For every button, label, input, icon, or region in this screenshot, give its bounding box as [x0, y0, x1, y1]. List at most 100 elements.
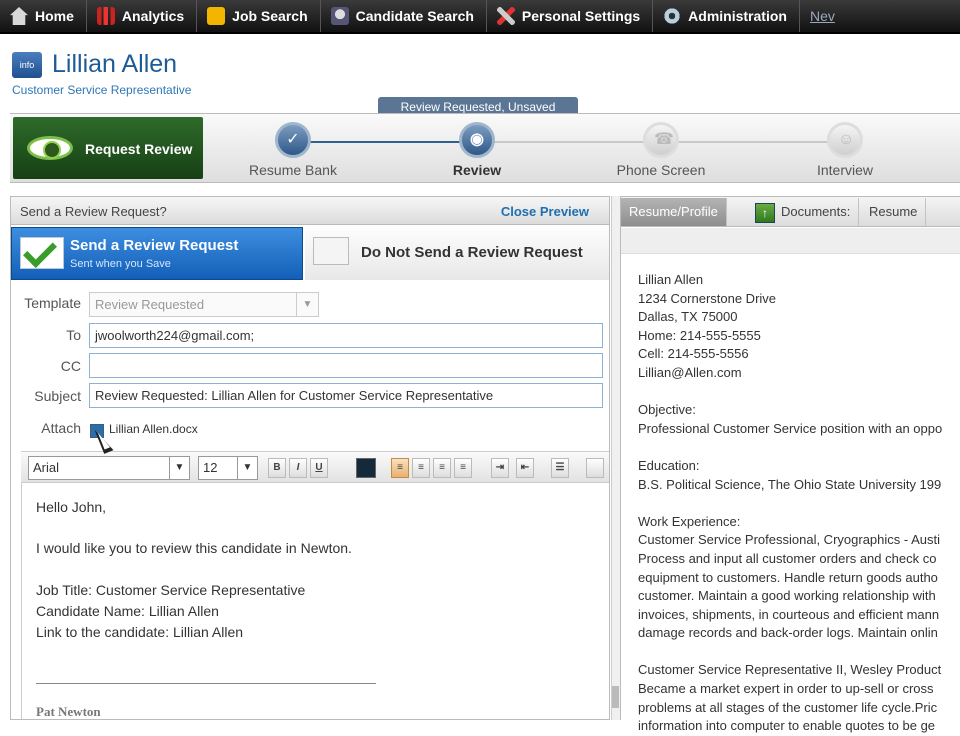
step-interview[interactable]: ☺ Interview: [785, 122, 905, 178]
editor-toolbar: Arial ▼ 12 ▼ B I U ≡ ≡ ≡ ≡ ⇥ ⇤ ☰: [21, 451, 609, 483]
nav-personal-settings-label: Personal Settings: [521, 8, 641, 24]
resume-line: invoices, shipments, in courteous and ef…: [638, 606, 940, 622]
step-phone-screen[interactable]: ☎ Phone Screen: [601, 122, 721, 178]
resume-line: Became a market expert in order to up-se…: [638, 681, 934, 697]
tab-resume[interactable]: Resume: [861, 198, 927, 226]
resume-line: Dallas, TX 75000: [638, 309, 738, 325]
send-option-subtitle: Sent when you Save: [70, 258, 171, 270]
envelope-check-icon: [20, 237, 64, 269]
font-size-select[interactable]: 12 ▼: [198, 456, 258, 480]
font-size-value: 12: [203, 460, 218, 475]
list-icon[interactable]: ☰: [551, 458, 569, 478]
candidate-search-icon: [330, 7, 349, 25]
align-right-icon[interactable]: ≡: [433, 458, 451, 478]
resume-tabs: Resume/Profile ↑ Documents: Resume: [621, 197, 960, 227]
resume-line: problems at all stages of the customer l…: [638, 699, 938, 715]
align-justify-icon[interactable]: ≡: [454, 458, 472, 478]
signature-name: Pat Newton: [36, 704, 101, 719]
nav-candidate-search-label: Candidate Search: [355, 8, 474, 24]
checkmark-icon: ✓: [275, 122, 311, 158]
subject-field[interactable]: Review Requested: Lillian Allen for Cust…: [89, 383, 603, 408]
resume-subbar: [621, 228, 960, 254]
resume-line: Cell: 214-555-5556: [638, 346, 749, 362]
indent-icon[interactable]: ⇥: [491, 458, 509, 478]
people-icon: ☺: [827, 122, 863, 158]
resume-line: Customer Service Representative II, Wesl…: [638, 662, 942, 678]
template-label: Template: [24, 295, 81, 311]
nav-overflow-link[interactable]: Nev: [800, 0, 847, 32]
template-select[interactable]: Review Requested ▼: [89, 292, 319, 317]
resume-line: equipment to customers. Handle return go…: [638, 569, 938, 585]
step-label: Interview: [816, 162, 874, 178]
resume-line: Lillian@Allen.com: [638, 364, 742, 380]
request-review-label: Request Review: [85, 141, 193, 157]
step-resume-bank[interactable]: ✓ Resume Bank: [233, 122, 353, 178]
step-review[interactable]: ◉ Review: [417, 122, 537, 178]
workflow-bar: Request Review ✓ Resume Bank ◉ Review ☎ …: [10, 113, 960, 183]
panel-heading: Send a Review Request?: [20, 204, 167, 219]
more-tools-icon[interactable]: [586, 458, 604, 478]
eye-step-icon: ◉: [459, 122, 495, 158]
outdent-icon[interactable]: ⇤: [516, 458, 534, 478]
resume-line: Lillian Allen: [638, 272, 704, 287]
do-not-send-option[interactable]: Do Not Send a Review Request: [305, 227, 609, 280]
request-review-button[interactable]: Request Review: [13, 117, 203, 179]
align-left-icon[interactable]: ≡: [391, 458, 409, 478]
resume-line: Objective:: [638, 402, 696, 418]
resume-line: 1234 Cornerstone Drive: [638, 290, 777, 306]
attach-file-name: Lillian Allen.docx: [109, 422, 198, 436]
eye-icon: [27, 136, 73, 160]
nav-personal-settings[interactable]: Personal Settings: [487, 0, 654, 32]
signature-divider: [36, 683, 376, 684]
tab-documents[interactable]: ↑ Documents:: [747, 198, 860, 226]
panel-header: Send a Review Request? Close Preview: [11, 197, 609, 225]
underline-button[interactable]: U: [310, 458, 328, 478]
align-center-icon[interactable]: ≡: [412, 458, 430, 478]
body-candidate-link: Link to the candidate: Lillian Allen: [36, 624, 244, 640]
nav-analytics-label: Analytics: [121, 8, 185, 24]
close-preview-link[interactable]: Close Preview: [501, 204, 589, 219]
scrollbar-thumb[interactable]: [612, 686, 619, 708]
step-label: Review: [452, 162, 502, 178]
body-candidate-name: Candidate Name: Lillian Allen: [36, 603, 219, 619]
nav-administration-label: Administration: [688, 8, 787, 24]
cc-field[interactable]: [89, 353, 603, 378]
italic-button[interactable]: I: [289, 458, 307, 478]
resume-line: customer. Maintain a good working relati…: [638, 588, 936, 604]
step-label: Phone Screen: [616, 162, 706, 178]
font-select[interactable]: Arial ▼: [28, 456, 190, 480]
resume-line: Work Experience:: [638, 513, 741, 529]
analytics-icon: [96, 7, 115, 25]
resume-text: Lillian Allen 1234 Cornerstone Drive Dal…: [638, 271, 942, 736]
bold-button[interactable]: B: [268, 458, 286, 478]
to-field[interactable]: jwoolworth224@gmail.com;: [89, 323, 603, 348]
top-nav-bar: Home Analytics Job Search Candidate Sear…: [0, 0, 960, 34]
resume-line: damage records and back-order logs. Main…: [638, 625, 938, 641]
nav-job-search[interactable]: Job Search: [197, 0, 321, 32]
resume-line: Professional Customer Service position w…: [638, 420, 943, 436]
info-icon[interactable]: info: [12, 52, 42, 78]
tab-documents-label: Documents:: [781, 204, 851, 219]
panel-scrollbar[interactable]: [611, 196, 620, 720]
administration-icon: [663, 7, 682, 25]
subject-label: Subject: [34, 388, 81, 404]
resume-line: Education:: [638, 457, 700, 473]
nav-administration[interactable]: Administration: [653, 0, 800, 32]
message-editor[interactable]: Hello John, I would like you to review t…: [21, 483, 609, 719]
send-option-title: Send a Review Request: [70, 237, 239, 254]
text-color-button[interactable]: [356, 458, 376, 478]
envelope-icon: [313, 237, 349, 265]
resume-line: information into computer to enable quot…: [638, 718, 936, 734]
tab-resume-profile[interactable]: Resume/Profile: [621, 198, 727, 226]
body-greeting: Hello John,: [36, 499, 107, 515]
body-line: I would like you to review this candidat…: [36, 540, 352, 556]
home-icon: [10, 7, 28, 25]
nav-analytics[interactable]: Analytics: [87, 0, 198, 32]
font-value: Arial: [33, 460, 60, 475]
candidate-job-title[interactable]: Customer Service Representative: [12, 83, 191, 97]
send-review-request-option[interactable]: Send a Review Request Sent when you Save: [11, 227, 303, 280]
resume-panel: Resume/Profile ↑ Documents: Resume Lillia…: [620, 196, 960, 733]
nav-home[interactable]: Home: [0, 0, 87, 32]
nav-candidate-search[interactable]: Candidate Search: [321, 0, 487, 32]
resume-line: Home: 214-555-5555: [638, 327, 761, 343]
